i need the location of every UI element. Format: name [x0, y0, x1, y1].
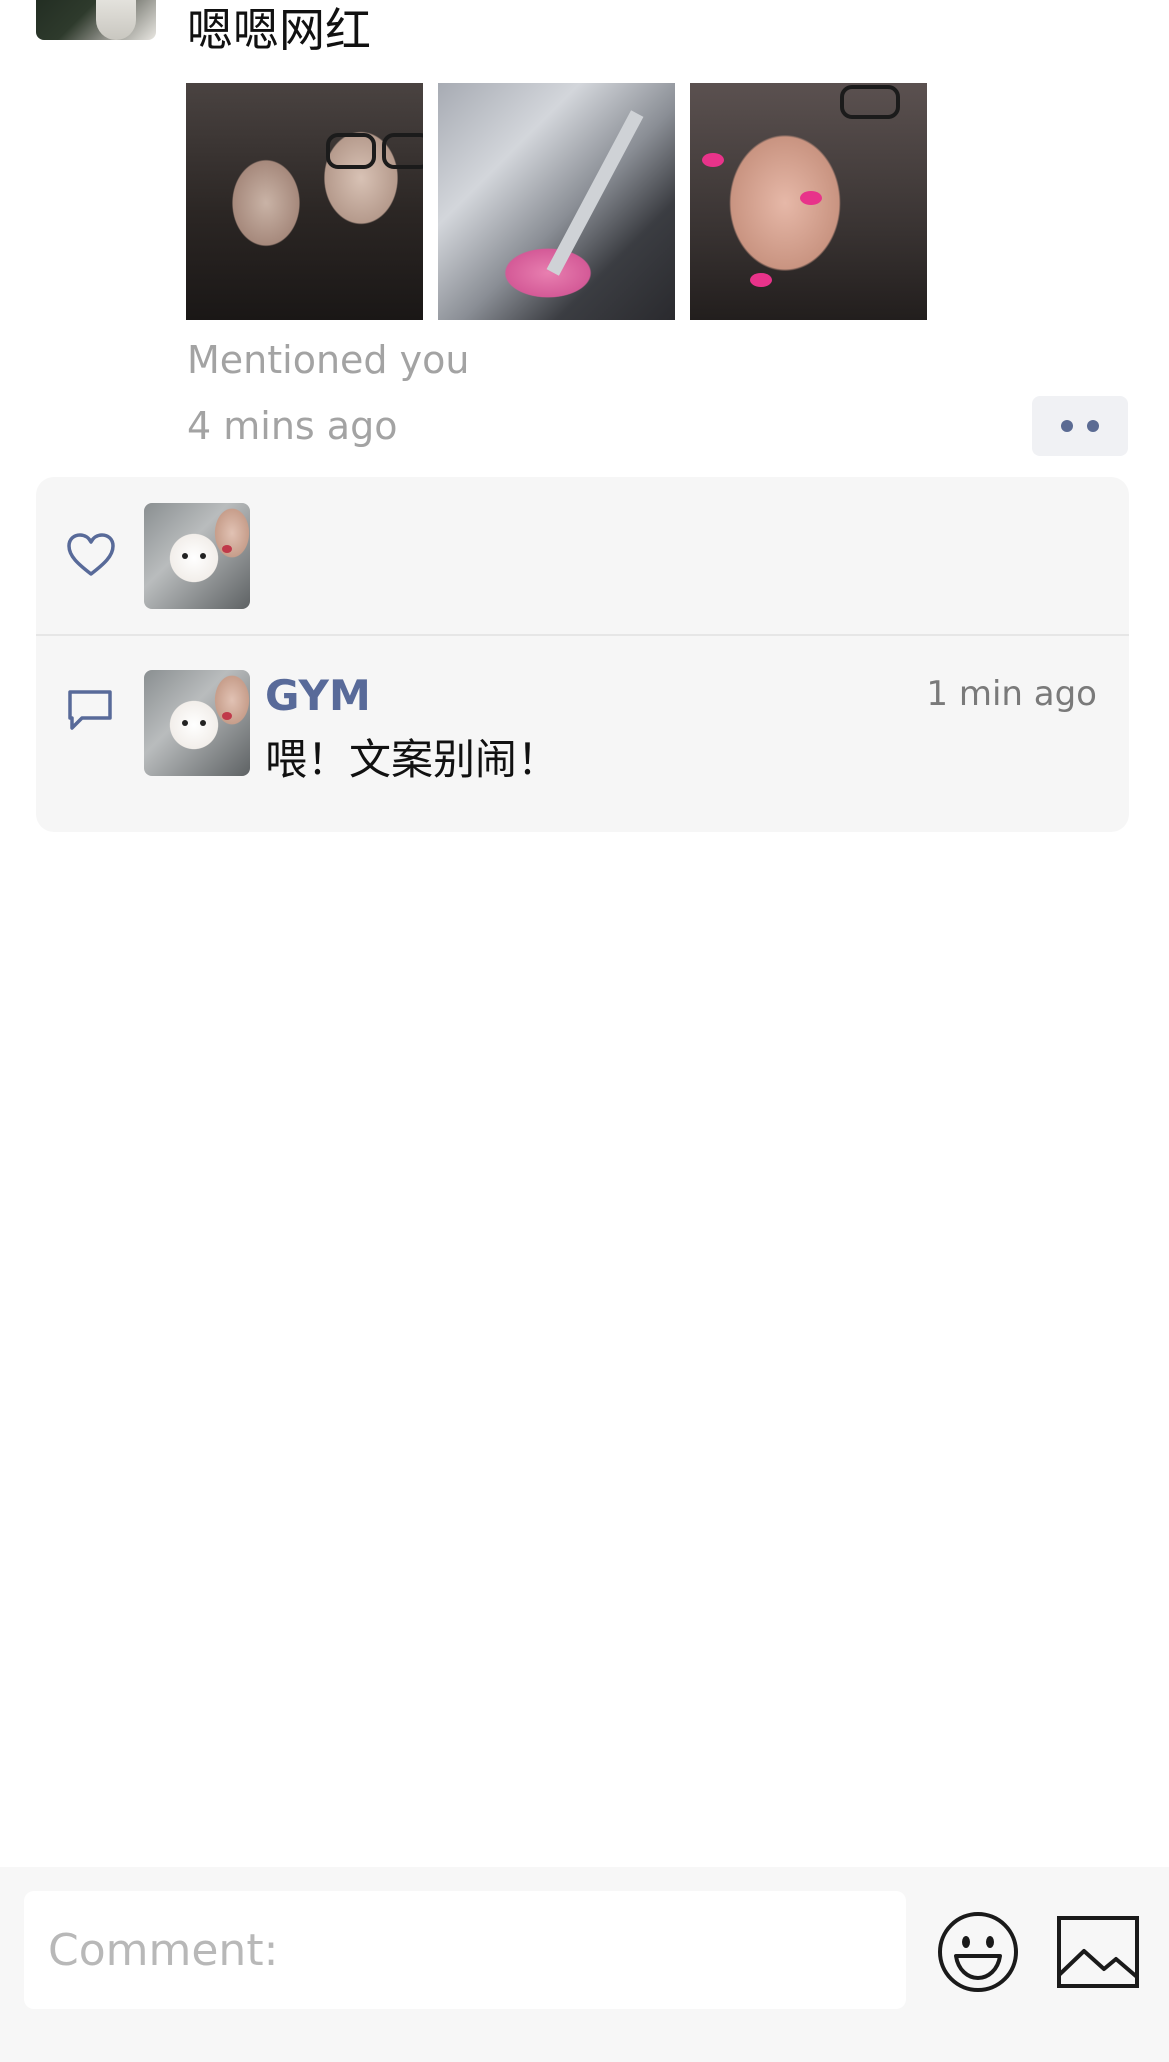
commenter-avatar[interactable]	[144, 670, 250, 776]
image-icon[interactable]	[1056, 1915, 1140, 1989]
comment-time: 1 min ago	[926, 674, 1097, 714]
post-text: 嗯嗯网红	[187, 3, 371, 57]
comment-bubble-icon	[68, 690, 112, 730]
post-photo-1[interactable]	[186, 83, 423, 320]
interactions-panel: GYM 1 min ago 喂！文案别闹！	[36, 477, 1129, 832]
mention-note: Mentioned you	[187, 338, 470, 382]
liker-avatar[interactable]	[144, 503, 250, 609]
comment-item[interactable]: GYM 1 min ago 喂！文案别闹！	[36, 636, 1129, 832]
more-dot-icon	[1087, 420, 1099, 432]
smiley-icon[interactable]	[936, 1910, 1020, 1994]
author-avatar[interactable]	[36, 0, 156, 40]
commenter-name[interactable]: GYM	[265, 670, 371, 722]
post-photo-2[interactable]	[438, 83, 675, 320]
more-dot-icon	[1061, 420, 1073, 432]
comment-composer	[0, 1867, 1169, 2062]
heart-icon	[67, 533, 115, 576]
more-options-button[interactable]	[1032, 396, 1128, 456]
post-photo-3[interactable]	[690, 83, 927, 320]
post-time: 4 mins ago	[187, 404, 398, 448]
comment-input[interactable]	[24, 1891, 906, 2009]
comment-text: 喂！文案别闹！	[265, 735, 560, 784]
likes-row	[36, 477, 1129, 635]
moments-detail-page: 嗯嗯网红 Mentioned you 4 mins ago GYM 1 min …	[0, 0, 1169, 2062]
